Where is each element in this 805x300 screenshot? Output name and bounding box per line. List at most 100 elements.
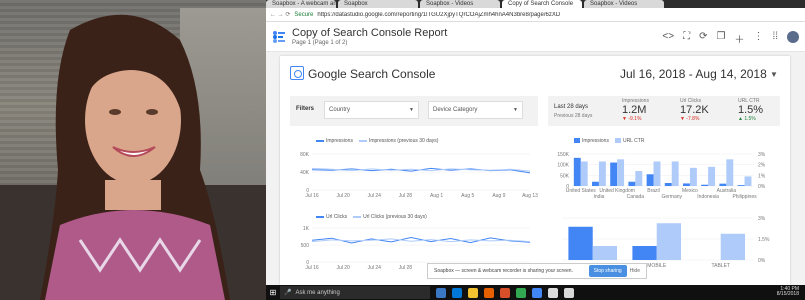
country-bar-chart: 150K100K50K03%2%1%0%United StatesIndiaUn…: [557, 152, 766, 200]
edit-code-icon[interactable]: <>: [662, 31, 674, 46]
x-tick-label: Canada: [627, 194, 645, 200]
country-filter[interactable]: Country ▼: [324, 101, 419, 119]
bar-ctr: [656, 223, 682, 260]
screen-sharing-bar: Soapbox — screen & webcam recorder is sh…: [427, 263, 647, 279]
chrome-icon[interactable]: [532, 287, 542, 298]
x-tick-label: Philippines: [732, 194, 757, 200]
stop-sharing-button[interactable]: Stop sharing: [588, 265, 627, 277]
legend-label: Impressions: [326, 138, 353, 144]
device-category-filter[interactable]: Device Category ▼: [428, 101, 523, 119]
bar-impressions: [701, 184, 709, 186]
y2-tick-label: 0%: [758, 258, 766, 264]
browser-tab[interactable]: Soapbox - Videos: [420, 0, 500, 8]
avatar[interactable]: [787, 31, 799, 43]
browser-tab-active[interactable]: Copy of Search Console: [502, 0, 582, 8]
more-icon[interactable]: ⋮: [753, 31, 763, 46]
x-tick-label: Jul 20: [336, 265, 350, 271]
sharing-message: Soapbox — screen & webcam recorder is sh…: [434, 268, 573, 274]
chart-legend: Url Clicks Url Clicks (previous 30 days): [316, 214, 427, 220]
copy-icon[interactable]: ❐: [716, 31, 725, 46]
fullscreen-icon[interactable]: ⛶: [683, 31, 690, 46]
legend-label: Url Clicks: [326, 214, 348, 220]
bar-impressions: [683, 183, 690, 186]
microphone-icon[interactable]: 🎤: [284, 289, 291, 296]
report-canvas: Google Search Console Jul 16, 2018 - Aug…: [280, 56, 790, 285]
x-tick-label: MOBILE: [647, 263, 667, 269]
x-tick-label: United States: [566, 188, 597, 194]
browser-tab[interactable]: Soapbox - A webcam an: [266, 0, 336, 8]
kpi-impressions[interactable]: Impressions 1.2M ▼ -9.1%: [622, 98, 674, 122]
kpi-url-ctr[interactable]: URL CTR 1.5% ▲ 1.5%: [738, 98, 790, 122]
file-explorer-icon[interactable]: [468, 287, 478, 298]
bar-ctr: [689, 167, 697, 186]
task-view-icon[interactable]: [436, 287, 446, 298]
impressions-timeseries[interactable]: Impressions Impressions (previous 30 day…: [290, 136, 538, 204]
legend-item: Url Clicks: [316, 214, 347, 220]
kpi-scorecards: Last 28 days Previous 28 days Impression…: [548, 96, 780, 126]
windows-taskbar: ⊞ 🎤 Ask me anything 1:40 PM 8/15/2018: [266, 285, 805, 300]
legend-label: Impressions (previous 30 days): [368, 138, 439, 144]
clock-date: 8/15/2018: [776, 291, 799, 297]
share-user-icon[interactable]: ＋: [734, 31, 744, 46]
app-icon[interactable]: [500, 287, 510, 298]
legend-item: Url Clicks (previous 30 days): [353, 214, 427, 220]
hide-button[interactable]: Hide: [630, 268, 640, 274]
x-tick-label: Jul 24: [368, 193, 382, 199]
report-title[interactable]: Copy of Search Console Report: [292, 27, 447, 39]
bar-impressions: [628, 181, 636, 186]
header-actions: <> ⛶ ⟳ ❐ ＋ ⋮ ⁞⁞: [662, 31, 799, 46]
bar-ctr: [580, 161, 588, 186]
x-tick-label: Jul 20: [336, 193, 350, 199]
y2-tick-label: 3%: [758, 216, 766, 222]
legend-label: Url Clicks (previous 30 days): [363, 214, 427, 220]
system-tray-clock[interactable]: 1:40 PM 8/15/2018: [777, 287, 799, 297]
x-tick-label: Mexico: [682, 188, 698, 194]
taskbar-search-box[interactable]: 🎤 Ask me anything: [280, 286, 430, 299]
app-icon[interactable]: [548, 287, 558, 298]
y2-tick-label: 0%: [758, 184, 766, 190]
bar-ctr: [726, 159, 734, 186]
kpi-previous-period: Previous 28 days: [554, 113, 593, 119]
edge-browser-icon[interactable]: [452, 287, 462, 298]
browser-tab[interactable]: Soapbox: [338, 0, 418, 8]
chevron-down-icon: ▼: [513, 107, 518, 113]
x-tick-label: Brazil: [647, 188, 660, 194]
country-bar-chart-panel[interactable]: Impressions URL CTR 150K 100K 50K 0 3% 2% 1% 0%…: [548, 136, 780, 204]
kpi-value: 1.2M: [622, 104, 647, 116]
refresh-icon[interactable]: ⟳: [699, 31, 707, 46]
firefox-icon[interactable]: [484, 287, 494, 298]
date-range-control[interactable]: Jul 16, 2018 - Aug 14, 2018: [620, 67, 767, 81]
bar-impressions: [610, 162, 618, 186]
kpi-url-clicks[interactable]: Url Clicks 17.2K ▼ -7.8%: [680, 98, 732, 122]
browser-tab[interactable]: Soapbox - Videos: [584, 0, 664, 8]
bar-ctr: [635, 171, 643, 186]
taskbar-search-text: Ask me anything: [295, 289, 340, 296]
address-bar[interactable]: ← → ⟳ Secure https://datastudio.google.c…: [266, 8, 805, 22]
browser-window: Soapbox - A webcam an Soapbox Soapbox - …: [266, 0, 805, 285]
legend-item: Impressions: [574, 138, 609, 144]
app-icon[interactable]: [564, 287, 574, 298]
legend-item: Impressions (previous 30 days): [358, 138, 439, 144]
kpi-value: 1.5%: [738, 104, 764, 116]
legend-item: Impressions: [316, 138, 353, 144]
url-text[interactable]: https://datastudio.google.com/reporting/…: [317, 12, 560, 18]
y2-tick-label: 1.5%: [758, 237, 770, 243]
bar-impressions: [573, 157, 581, 186]
data-studio-logo-icon[interactable]: [272, 30, 286, 44]
x-tick-label: Jul 28: [399, 265, 413, 271]
bar-impressions: [664, 183, 672, 186]
chevron-down-icon[interactable]: ▼: [770, 70, 778, 79]
bar-ctr: [708, 166, 716, 186]
back-forward-icon[interactable]: ← → ⟳: [270, 11, 290, 18]
bar-ctr: [720, 233, 746, 260]
bar-ctr: [598, 161, 606, 186]
legend-label: URL CTR: [622, 138, 645, 144]
chart-legend: Impressions URL CTR: [574, 138, 644, 144]
apps-grid-icon[interactable]: ⁞⁞: [772, 31, 778, 46]
x-tick-label: Germany: [661, 194, 682, 200]
windows-start-icon[interactable]: ⊞: [266, 285, 280, 300]
report-header-title: Google Search Console: [308, 67, 436, 81]
webcam-feed: [0, 0, 266, 300]
page-indicator[interactable]: Page 1 (Page 1 of 2): [292, 40, 347, 46]
app-icon[interactable]: [516, 287, 526, 298]
